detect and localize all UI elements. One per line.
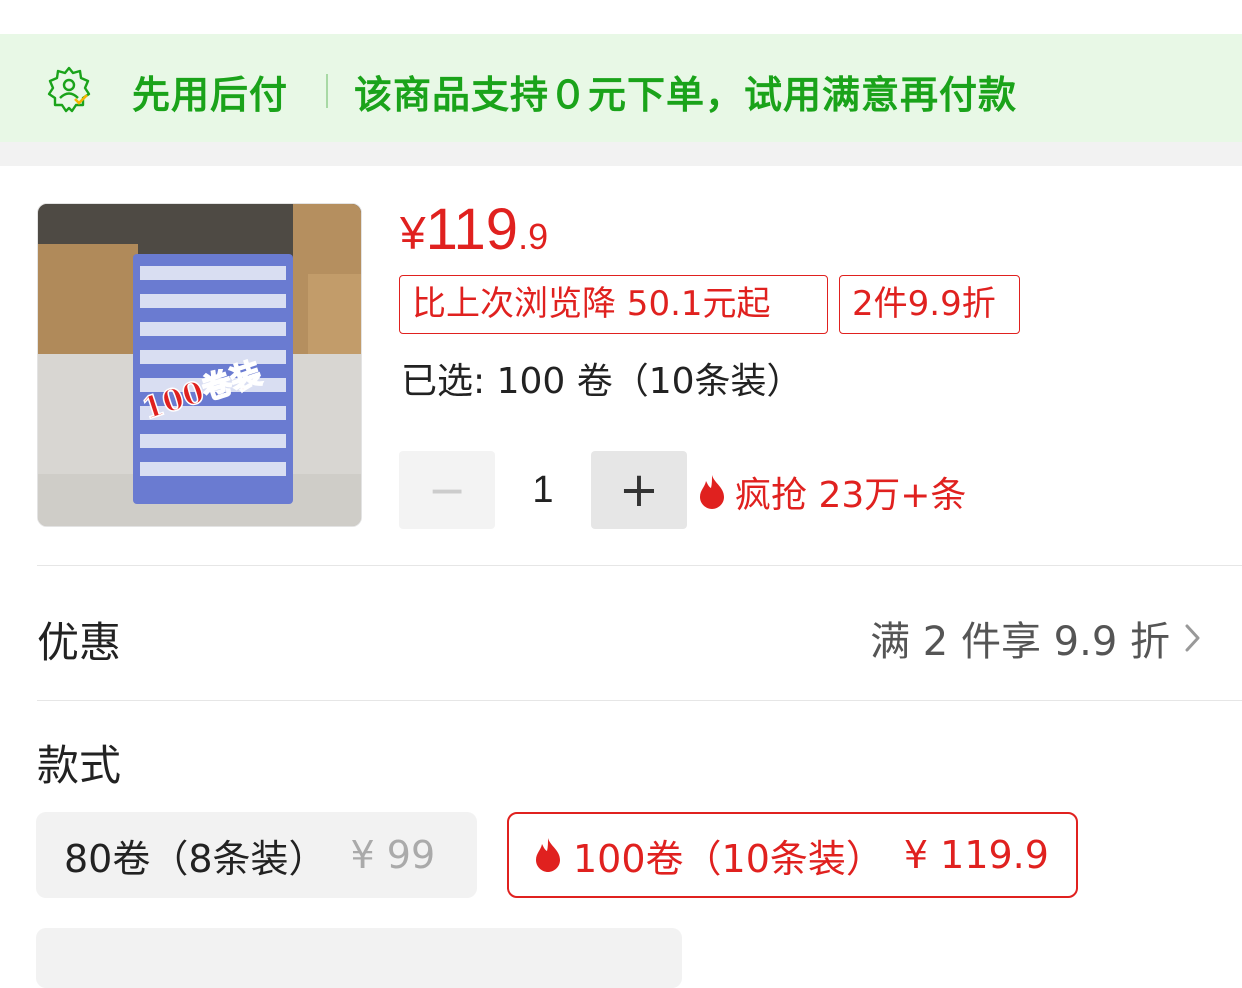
- discount-tag: 2件9.9折: [839, 275, 1020, 334]
- pay-later-banner[interactable]: 先用后付 该商品支持０元下单，试用满意再付款: [0, 34, 1242, 142]
- quantity-value[interactable]: 1: [495, 451, 591, 529]
- style-option-price: ¥ 99: [350, 833, 436, 877]
- style-option-80[interactable]: 80卷（8条装） ¥ 99: [36, 812, 477, 898]
- promo-row[interactable]: 满 2 件享 9.9 折: [870, 609, 1204, 667]
- flame-icon: [536, 838, 560, 872]
- promo-value: 满 2 件享 9.9 折: [870, 619, 1170, 665]
- price-integer: 119: [425, 197, 519, 262]
- divider: [37, 700, 1242, 701]
- product-photo: 100卷装: [38, 204, 361, 526]
- banner-text: 该商品支持０元下单，试用满意再付款: [354, 73, 1018, 117]
- section-separator: [0, 142, 1242, 166]
- style-option-partial[interactable]: [36, 928, 682, 988]
- divider: [37, 565, 1242, 566]
- flame-icon: [700, 475, 724, 509]
- product-price: ¥119.9: [400, 196, 548, 263]
- hot-sales-badge: 疯抢 23万+条: [697, 466, 966, 518]
- quantity-decrease-button[interactable]: −: [399, 451, 495, 529]
- style-option-100-selected[interactable]: 100卷（10条装） ¥ 119.9: [507, 812, 1078, 898]
- shield-user-icon: [47, 66, 91, 113]
- style-label: 款式: [37, 741, 122, 790]
- banner-divider: [326, 74, 328, 108]
- product-image[interactable]: 100卷装: [37, 203, 362, 527]
- chevron-right-icon: [1185, 624, 1200, 652]
- style-option-name: 80卷（8条装）: [64, 836, 327, 881]
- hot-sales-text: 疯抢 23万+条: [735, 475, 967, 516]
- selected-variant: 已选: 100 卷（10条装）: [401, 361, 803, 402]
- style-option-price: ¥ 119.9: [903, 833, 1049, 877]
- price-decimal: .9: [518, 216, 549, 257]
- price-drop-tag: 比上次浏览降 50.1元起: [399, 275, 828, 334]
- style-option-name: 100卷（10条装）: [573, 836, 884, 881]
- quantity-increase-button[interactable]: +: [591, 451, 687, 529]
- promo-label: 优惠: [37, 618, 122, 667]
- status-gap: [0, 0, 1242, 34]
- banner-title: 先用后付: [132, 73, 289, 117]
- price-currency: ¥: [400, 207, 426, 259]
